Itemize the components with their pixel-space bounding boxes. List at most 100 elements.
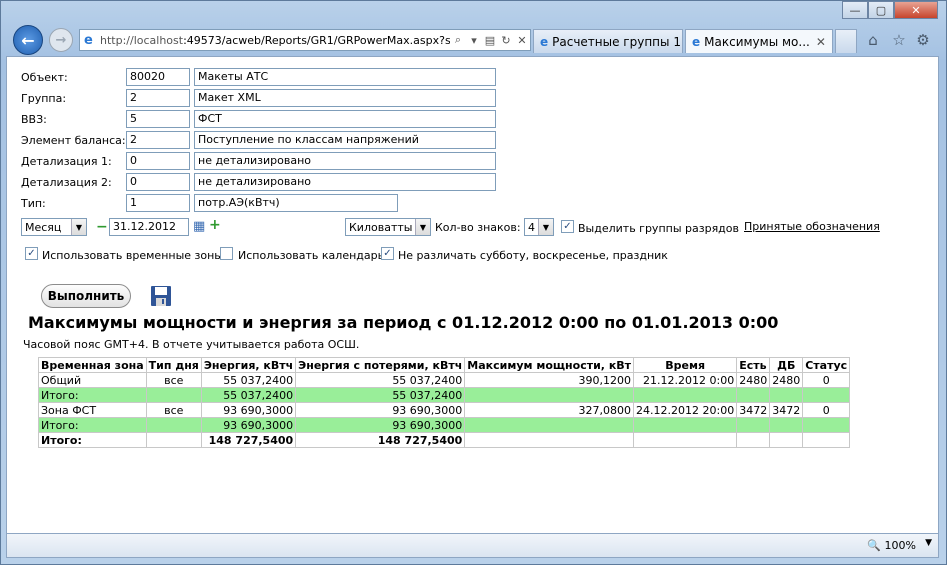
address-url[interactable]: http://localhost:49573/acweb/Reports/GR1… [100, 34, 450, 47]
tab-label: Расчетные группы 1... [552, 34, 683, 49]
tab-label: Максимумы мо... [704, 34, 810, 49]
cell-status: 0 [802, 372, 851, 388]
plus-icon[interactable]: + [209, 217, 221, 233]
table-row-subtotal: Итого: 93 690,3000 93 690,3000 [38, 417, 851, 433]
tab-power-max[interactable]: e Максимумы мо... ✕ [685, 29, 833, 53]
field-label: Детализация 1: [21, 154, 112, 168]
cell-max-power [464, 417, 635, 433]
cell-energy-loss: 148 727,5400 [295, 432, 466, 448]
close-window-button[interactable]: ✕ [894, 1, 938, 19]
home-icon[interactable]: ⌂ [863, 31, 883, 51]
object-name-field: Макеты АТС [194, 68, 496, 86]
zoom-level[interactable]: 🔍 100% [867, 539, 916, 552]
cell-has [736, 432, 771, 448]
object-code-input[interactable]: 80020 [126, 68, 190, 86]
cell-zone: Общий [38, 372, 147, 388]
settings-gear-icon[interactable]: ⚙ [913, 31, 933, 51]
form-row-group: Группа: 2 Макет XML [21, 89, 496, 107]
report-note: Часовой пояс GMT+4. В отчете учитывается… [23, 338, 360, 351]
balance-code-input[interactable]: 2 [126, 131, 190, 149]
period-select[interactable]: Месяц ▼ [21, 218, 87, 236]
type-code-input[interactable]: 1 [126, 194, 190, 212]
date-input[interactable]: 31.12.2012 [109, 218, 189, 236]
cell-db [769, 417, 804, 433]
time-zones-checkbox[interactable]: ✓ [25, 247, 38, 260]
col-status: Статус [802, 357, 851, 373]
cell-max-power [464, 432, 635, 448]
no-distinguish-checkbox[interactable]: ✓ [381, 247, 394, 260]
digits-label: Кол-во знаков: [435, 221, 521, 234]
table-row: Зона ФСТ все 93 690,3000 93 690,3000 327… [38, 402, 851, 418]
page-content: Объект: 80020 Макеты АТС Группа: 2 Макет… [6, 56, 939, 534]
units-select[interactable]: Киловатты ▼ [345, 218, 431, 236]
cell-energy: 55 037,2400 [200, 387, 297, 403]
run-button[interactable]: Выполнить [41, 284, 131, 308]
cell-energy: 93 690,3000 [200, 402, 297, 418]
cell-max-power [464, 387, 635, 403]
cell-max-power: 390,1200 [464, 372, 635, 388]
cell-db: 3472 [769, 402, 804, 418]
chevron-down-icon: ▼ [538, 219, 553, 235]
favorites-star-icon[interactable]: ☆ [889, 31, 909, 51]
legend-link[interactable]: Принятые обозначения [744, 220, 880, 233]
vvz-name-field: ФСТ [194, 110, 496, 128]
back-button[interactable]: ← [13, 25, 43, 55]
cell-day-type [145, 387, 202, 403]
detail1-code-input[interactable]: 0 [126, 152, 190, 170]
cell-zone: Зона ФСТ [38, 402, 147, 418]
group-code-input[interactable]: 2 [126, 89, 190, 107]
group-digits-checkbox[interactable]: ✓ [561, 220, 574, 233]
cell-status [802, 417, 851, 433]
compat-view-icon[interactable]: ▤ [482, 34, 498, 47]
cell-db: 2480 [769, 372, 804, 388]
cell-zone: Итого: [38, 387, 147, 403]
minus-icon[interactable]: − [96, 219, 108, 235]
cell-day-type: все [145, 402, 202, 418]
stop-icon[interactable]: ✕ [514, 34, 530, 47]
calendar-checkbox[interactable] [220, 247, 233, 260]
cell-energy-loss: 93 690,3000 [295, 402, 466, 418]
calendar-icon[interactable]: ▦ [193, 219, 205, 234]
cell-has [736, 387, 771, 403]
col-db: ДБ [769, 357, 804, 373]
col-time: Время [633, 357, 738, 373]
ie-tab-icon: e [692, 34, 701, 49]
group-digits-label: Выделить группы разрядов [578, 222, 739, 235]
cell-energy-loss: 93 690,3000 [295, 417, 466, 433]
detail2-code-input[interactable]: 0 [126, 173, 190, 191]
period-select-value: Месяц [25, 220, 62, 234]
address-bar[interactable]: e http://localhost:49573/acweb/Reports/G… [79, 29, 531, 51]
field-label: Детализация 2: [21, 175, 112, 189]
search-icon[interactable]: ⌕ [450, 33, 466, 47]
cell-day-type [145, 417, 202, 433]
minimize-button[interactable]: — [842, 1, 868, 19]
table-row-total: Итого: 148 727,5400 148 727,5400 [38, 432, 851, 448]
cell-time [633, 387, 738, 403]
cell-db [769, 432, 804, 448]
form-row-balance: Элемент баланса: 2 Поступление по класса… [21, 131, 496, 149]
close-tab-icon[interactable]: ✕ [816, 35, 826, 49]
new-tab-button[interactable] [835, 29, 857, 53]
form-row-detail2: Детализация 2: 0 не детализировано [21, 173, 496, 191]
cell-has: 2480 [736, 372, 771, 388]
no-distinguish-label: Не различать субботу, воскресенье, празд… [398, 249, 668, 262]
cell-day-type: все [145, 372, 202, 388]
save-icon[interactable] [149, 284, 173, 308]
chevron-down-icon[interactable]: ▼ [925, 538, 932, 548]
ie-tab-icon: e [540, 34, 549, 49]
cell-energy: 55 037,2400 [200, 372, 297, 388]
maximize-button[interactable]: ▢ [868, 1, 894, 19]
vvz-code-input[interactable]: 5 [126, 110, 190, 128]
cell-has [736, 417, 771, 433]
refresh-icon[interactable]: ↻ [498, 34, 514, 47]
cell-zone: Итого: [38, 417, 147, 433]
digits-select[interactable]: 4 ▼ [524, 218, 554, 236]
report-table: Временная зона Тип дня Энергия, кВтч Эне… [38, 357, 851, 448]
time-zones-label: Использовать временные зоны [42, 249, 223, 262]
cell-status: 0 [802, 402, 851, 418]
cell-db [769, 387, 804, 403]
forward-button[interactable]: → [49, 28, 73, 52]
dropdown-icon[interactable]: ▾ [466, 34, 482, 47]
group-name-field: Макет XML [194, 89, 496, 107]
tab-calc-groups[interactable]: e Расчетные группы 1... [533, 29, 683, 53]
